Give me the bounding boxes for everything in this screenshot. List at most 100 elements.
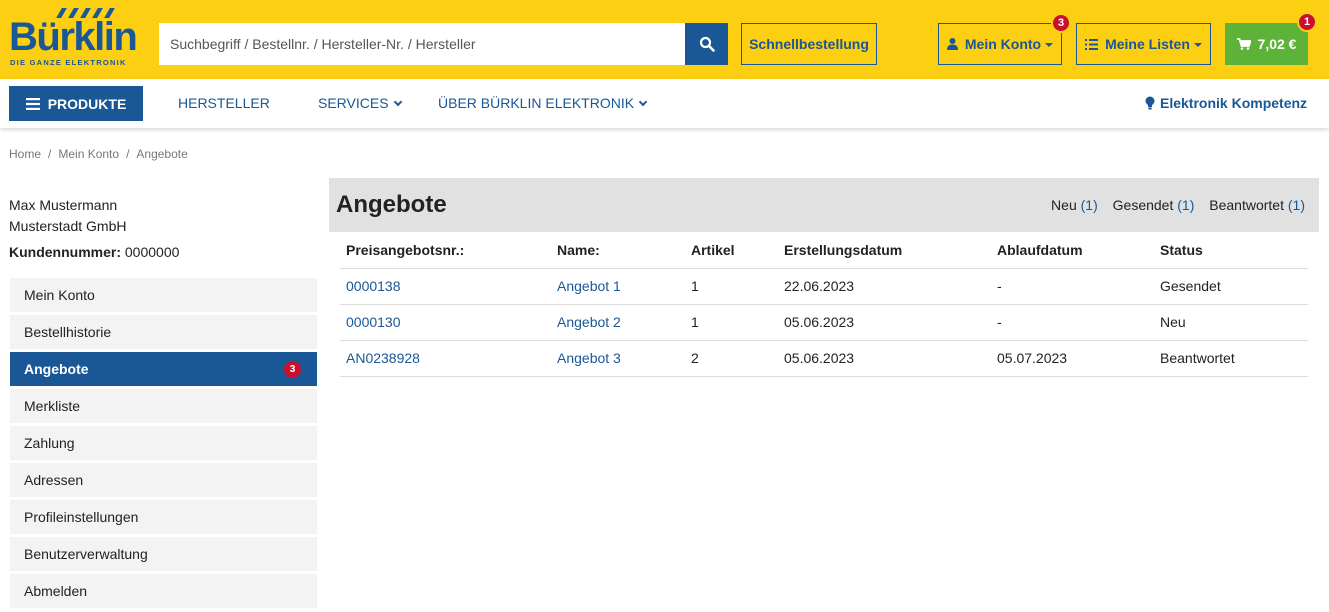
customer-number-value: 0000000 [124,244,180,260]
nav-hersteller[interactable]: HERSTELLER [178,95,270,111]
sidebar-item-label: Benutzerverwaltung [24,546,148,562]
offer-name-link[interactable]: Angebot 3 [557,350,621,366]
nav-services-label: SERVICES [318,95,389,111]
offer-status: Neu [1154,304,1308,341]
mein-konto-label: Mein Konto [964,36,1042,52]
account-sidebar: Mein Konto Bestellhistorie Angebote 3 Mer… [10,278,317,611]
cart-icon [1236,38,1251,50]
filter-label: Gesendet [1112,197,1174,213]
offer-article-count: 1 [685,304,778,341]
sidebar-item-label: Mein Konto [24,287,95,303]
table-row: AN0238928 Angebot 3 2 05.06.2023 05.07.2… [340,340,1308,377]
customer-number-label: Kundennummer: [9,244,121,260]
user-company: Musterstadt GmbH [9,218,127,234]
offer-created-date: 05.06.2023 [778,340,991,377]
table-header-row: Preisangebotsnr.: Name: Artikel Erstellu… [340,232,1308,269]
column-header: Preisangebotsnr.: [340,232,551,269]
meine-listen-label: Meine Listen [1105,36,1190,52]
filter-count: (1) [1177,197,1195,213]
sidebar-item-label: Profileinstellungen [24,509,139,525]
produkte-label: PRODUKTE [47,95,127,112]
offer-status: Beantwortet [1154,340,1308,377]
page-title: Angebote [336,191,447,218]
offer-expiry-date: - [991,304,1154,341]
search-button[interactable] [685,23,728,65]
offer-number-link[interactable]: AN0238928 [346,350,420,366]
cart-count-badge: 1 [1297,12,1317,32]
sidebar-item-adressen[interactable]: Adressen [10,463,317,497]
caret-down-icon [1045,43,1054,47]
sidebar-item-mein-konto[interactable]: Mein Konto [10,278,317,312]
sidebar-item-profileinstellungen[interactable]: Profileinstellungen [10,500,317,534]
main-navigation: PRODUKTE HERSTELLER SERVICES ÜBER BÜRKLI… [0,79,1329,128]
offer-number-link[interactable]: 0000138 [346,278,401,294]
sidebar-item-benutzerverwaltung[interactable]: Benutzerverwaltung [10,537,317,571]
list-icon [1085,38,1099,50]
filter-count: (1) [1080,197,1098,213]
filter-label: Neu [1051,197,1077,213]
nav-elektronik-kompetenz[interactable]: Elektronik Kompetenz [1145,95,1307,111]
logo-tagline: DIE GANZE ELEKTRONIK [10,58,127,67]
sidebar-item-label: Abmelden [24,583,88,599]
sidebar-item-abmelden[interactable]: Abmelden [10,574,317,608]
column-header: Erstellungsdatum [778,232,991,269]
hamburger-icon [25,97,40,110]
sidebar-item-bestellhistorie[interactable]: Bestellhistorie [10,315,317,349]
user-icon [946,38,958,50]
mein-konto-button[interactable]: Mein Konto [938,23,1062,65]
top-header: Bürklin DIE GANZE ELEKTRONIK Schnellbest… [0,0,1329,79]
column-header: Status [1154,232,1308,269]
chevron-down-icon [393,97,402,107]
search-bar [159,23,728,65]
sidebar-item-label: Angebote [24,361,89,377]
offer-name-link[interactable]: Angebot 1 [557,278,621,294]
sidebar-item-angebote[interactable]: Angebote 3 [10,352,317,386]
cart-total: 7,02 € [1257,36,1297,52]
sidebar-item-zahlung[interactable]: Zahlung [10,426,317,460]
cart-button[interactable]: 7,02 € [1225,23,1308,65]
schnellbestellung-label: Schnellbestellung [749,36,869,52]
schnellbestellung-button[interactable]: Schnellbestellung [741,23,877,65]
user-name: Max Mustermann [9,197,118,213]
offer-status: Gesendet [1154,268,1308,305]
nav-ueber-buerklin[interactable]: ÜBER BÜRKLIN ELEKTRONIK [438,95,648,111]
produkte-menu-button[interactable]: PRODUKTE [9,86,143,121]
offer-created-date: 05.06.2023 [778,304,991,341]
filter-label: Beantwortet [1209,197,1284,213]
offer-article-count: 1 [685,268,778,305]
column-header: Ablaufdatum [991,232,1154,269]
table-row: 0000138 Angebot 1 1 22.06.2023 - Gesende… [340,268,1308,305]
breadcrumb-home[interactable]: Home [9,147,41,161]
nav-ueber-label: ÜBER BÜRKLIN ELEKTRONIK [438,95,635,111]
search-icon [699,36,715,52]
caret-down-icon [1193,43,1202,47]
offers-table: Preisangebotsnr.: Name: Artikel Erstellu… [340,232,1308,377]
brand-logo[interactable]: Bürklin DIE GANZE ELEKTRONIK [9,8,139,68]
konto-notification-badge: 3 [1051,13,1071,33]
sidebar-item-label: Zahlung [24,435,75,451]
sidebar-item-merkliste[interactable]: Merkliste [10,389,317,423]
offers-panel-header: Angebote Neu (1) Gesendet (1) Beantworte… [329,178,1319,232]
filter-neu[interactable]: Neu (1) [1051,197,1098,213]
offer-number-link[interactable]: 0000130 [346,314,401,330]
chevron-down-icon [638,97,648,107]
search-input[interactable] [159,23,685,65]
meine-listen-button[interactable]: Meine Listen [1076,23,1211,65]
offer-name-link[interactable]: Angebot 2 [557,314,621,330]
column-header: Name: [551,232,685,269]
breadcrumb-current: Angebote [136,147,188,161]
sidebar-item-label: Adressen [24,472,84,488]
logo-wordmark: Bürklin [9,15,138,59]
breadcrumb: Home / Mein Konto / Angebote [9,147,188,161]
nav-hersteller-label: HERSTELLER [178,95,270,111]
customer-number: Kundennummer: 0000000 [9,244,179,260]
filter-beantwortet[interactable]: Beantwortet (1) [1209,197,1305,213]
offer-expiry-date: 05.07.2023 [991,340,1154,377]
status-filters: Neu (1) Gesendet (1) Beantwortet (1) [1040,197,1305,213]
breadcrumb-mein-konto[interactable]: Mein Konto [58,147,119,161]
user-info: Max Mustermann Musterstadt GmbH [9,195,126,237]
sidebar-item-label: Bestellhistorie [24,324,112,340]
filter-gesendet[interactable]: Gesendet (1) [1113,197,1195,213]
nav-services[interactable]: SERVICES [318,95,402,111]
sidebar-item-label: Merkliste [24,398,81,414]
